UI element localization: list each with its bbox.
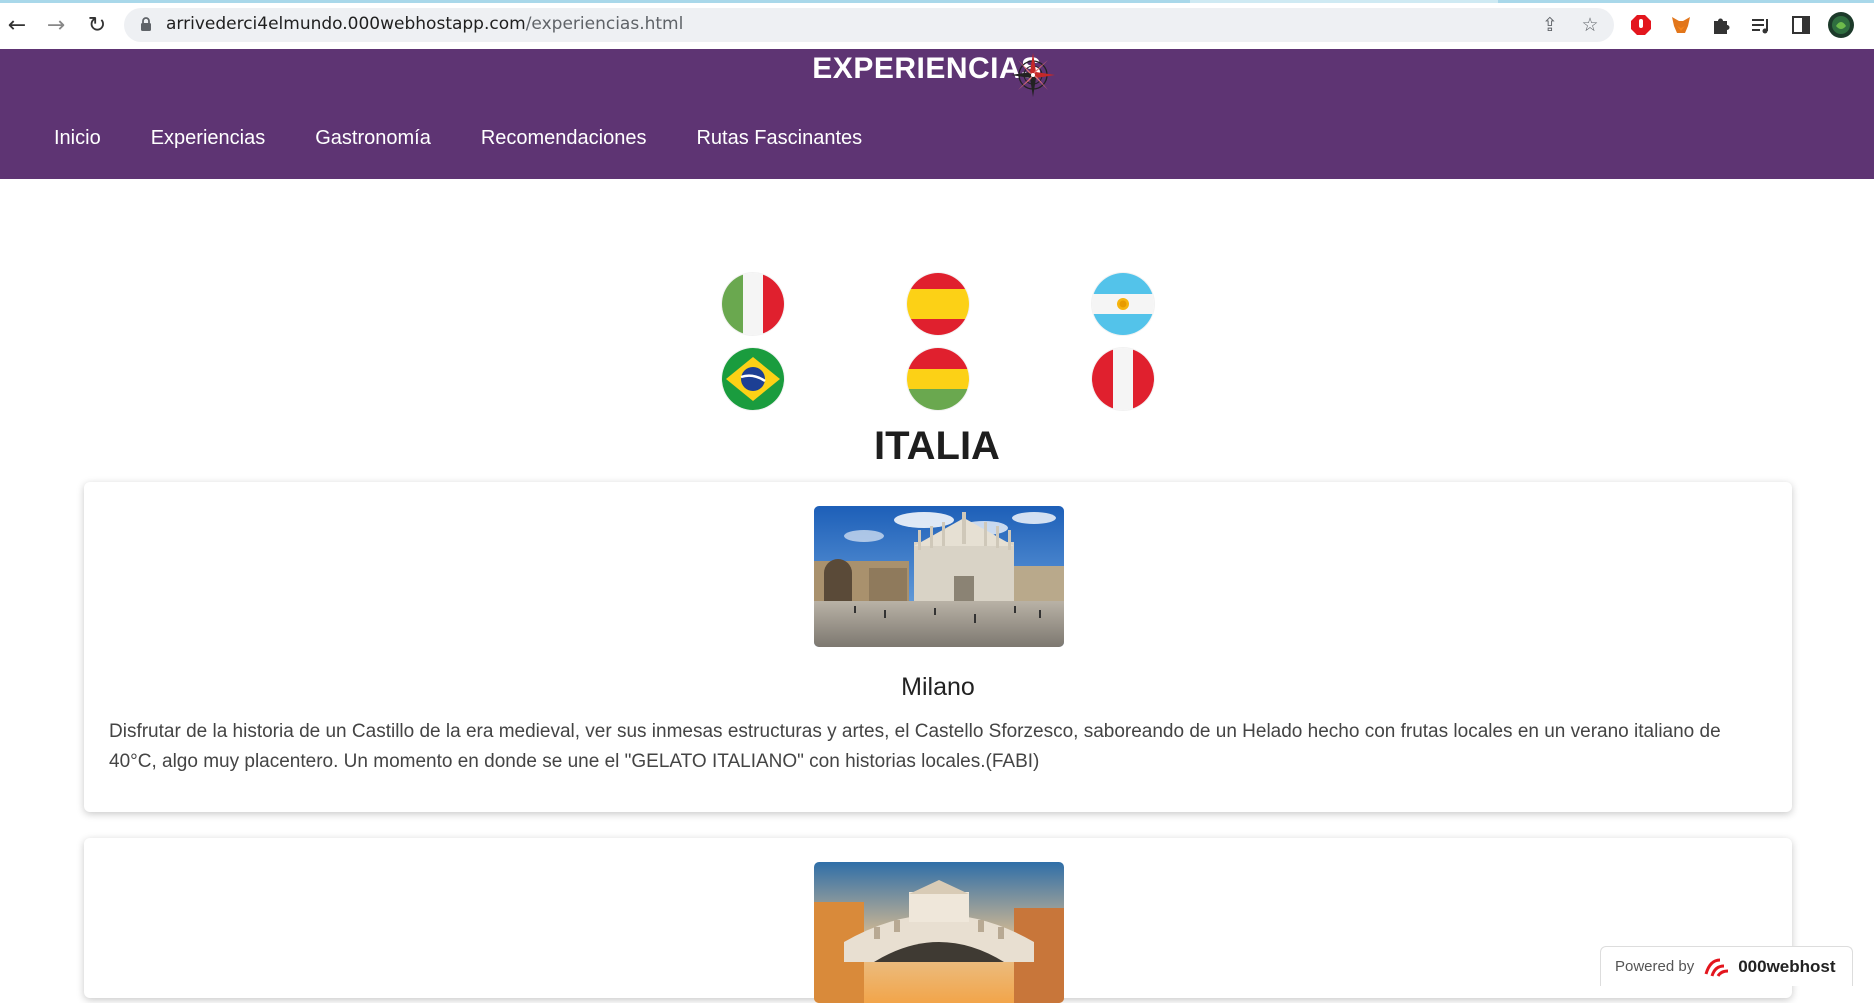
experience-card: Milano Disfrutar de la historia de un Ca… [84, 482, 1792, 812]
milano-photo [814, 506, 1064, 647]
back-icon[interactable]: ← [4, 12, 30, 38]
nav-item-experiencias[interactable]: Experiencias [151, 127, 266, 157]
browser-toolbar: ← → ↻ arrivederci4elmundo.000webhostapp.… [0, 0, 1874, 49]
experience-card [84, 838, 1792, 1003]
site-title: EXPERIENCIAS [0, 52, 1874, 86]
loading-bar [0, 0, 1874, 3]
bolivia-flag-icon[interactable] [907, 348, 969, 410]
share-icon[interactable]: ⇪ [1538, 13, 1562, 37]
reload-icon[interactable]: ↻ [84, 12, 110, 38]
brand-name: 000webhost [1738, 956, 1836, 976]
powered-by-badge[interactable]: Powered by 000webhost [1600, 946, 1853, 986]
url-host: arrivederci4elmundo.000webhostapp.com [166, 14, 526, 34]
nav-item-rutas-fascinantes[interactable]: Rutas Fascinantes [696, 127, 862, 157]
venice-rialto-photo [814, 862, 1064, 1003]
brazil-flag-icon[interactable] [722, 348, 784, 410]
metamask-fox-icon[interactable] [1668, 12, 1694, 38]
card-description: Disfrutar de la historia de un Castillo … [109, 721, 1721, 772]
main-nav: Inicio Experiencias Gastronomía Recomend… [54, 127, 912, 157]
compass-logo-icon [1011, 53, 1055, 97]
site-header: EXPERIENCIAS Inicio Experiencias Gastron… [0, 49, 1874, 179]
nav-item-inicio[interactable]: Inicio [54, 127, 101, 157]
address-bar[interactable]: arrivederci4elmundo.000webhostapp.com/ex… [124, 8, 1614, 42]
country-heading: ITALIA [874, 424, 1000, 468]
reading-list-icon[interactable] [1748, 12, 1774, 38]
extensions-puzzle-icon[interactable] [1708, 12, 1734, 38]
italy-flag-icon[interactable] [722, 273, 784, 335]
adblock-extension-icon[interactable] [1628, 12, 1654, 38]
profile-avatar-icon[interactable] [1828, 12, 1854, 38]
000webhost-logo-icon [1704, 958, 1729, 977]
lock-icon [141, 17, 151, 31]
url-text[interactable]: arrivederci4elmundo.000webhostapp.com/ex… [166, 14, 683, 34]
nav-item-gastronomia[interactable]: Gastronomía [315, 127, 431, 157]
card-title: Milano [901, 673, 975, 701]
bookmark-star-icon[interactable]: ☆ [1578, 13, 1602, 37]
nav-item-recomendaciones[interactable]: Recomendaciones [481, 127, 647, 157]
powered-by-label: Powered by [1615, 958, 1695, 975]
spain-flag-icon[interactable] [907, 273, 969, 335]
url-path: /experiencias.html [525, 14, 684, 34]
forward-icon[interactable]: → [43, 12, 69, 38]
argentina-flag-icon[interactable] [1092, 273, 1154, 335]
peru-flag-icon[interactable] [1092, 348, 1154, 410]
side-panel-icon[interactable] [1788, 12, 1814, 38]
